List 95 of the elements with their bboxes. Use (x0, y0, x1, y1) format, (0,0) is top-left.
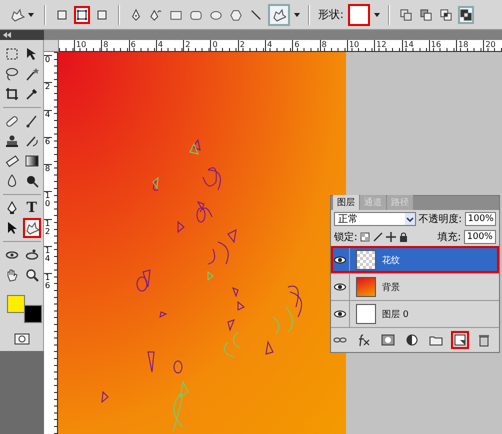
fx-icon (357, 333, 371, 347)
line-icon (250, 8, 262, 22)
shape-layer-icon (56, 8, 68, 20)
chevron-down-icon (406, 216, 414, 222)
pen-icon (130, 8, 142, 22)
shape-label: 形状: (318, 7, 344, 22)
eye-icon[interactable] (334, 283, 346, 291)
toolbox-tool[interactable] (22, 218, 41, 238)
crop-icon (5, 87, 20, 101)
layer-name: 花纹 (382, 254, 400, 266)
lock-label: 锁定: (334, 230, 358, 244)
burn-icon (24, 174, 39, 188)
add-area-icon (400, 8, 412, 22)
panel-tab[interactable]: 图层 (333, 195, 359, 210)
fill-label: 填充: (438, 230, 461, 244)
ruler-label: 4 (45, 110, 50, 119)
ruler-label: 18 (458, 40, 468, 49)
quick-mask-icon[interactable] (14, 333, 30, 345)
brush-icon (24, 114, 39, 128)
ruler-label: 4 (267, 40, 272, 49)
type-tool[interactable]: T (22, 198, 41, 218)
eye-icon[interactable] (334, 256, 346, 264)
dashed-square-icon (5, 47, 20, 61)
combine-button[interactable] (458, 6, 474, 24)
layer-row[interactable]: 背景 (331, 273, 499, 300)
hand-icon (5, 268, 20, 282)
background-color-swatch[interactable] (24, 305, 42, 323)
mask-icon (381, 333, 395, 347)
magnifier-icon (24, 268, 39, 282)
orbit-3d-icon (24, 248, 39, 262)
ruler-label: 10 (348, 40, 360, 49)
ruler-label: 8 (322, 40, 327, 49)
ruler-label: 16 (430, 40, 442, 49)
eye-icon[interactable] (334, 310, 346, 318)
layer-row[interactable]: 花纹 (331, 246, 499, 273)
ruler-label: 2 (240, 40, 245, 49)
lock-transparency-icon[interactable] (360, 232, 370, 242)
fill-field[interactable]: 100% (464, 230, 496, 244)
ruler-label: 16 (45, 273, 50, 290)
ruler-label: 4 (158, 40, 163, 49)
blend-mode-dropdown[interactable]: 正常 (334, 212, 416, 226)
layer-name: 图层 0 (382, 308, 409, 320)
panel-footer-button[interactable] (451, 331, 469, 349)
gradient-icon (24, 154, 39, 168)
foreground-color-swatch[interactable] (7, 295, 25, 313)
intersect-area-icon (440, 8, 452, 22)
ruler-label: 14 (404, 40, 414, 49)
stamp-icon (5, 134, 20, 148)
collapse-arrows-icon[interactable] (3, 32, 11, 38)
ruler-label: 0 (212, 40, 218, 49)
ruler-label: 6 (130, 40, 136, 49)
shape-tool-button[interactable] (268, 4, 290, 26)
ruler-label: 6 (294, 40, 300, 49)
opacity-label: 不透明度: (418, 212, 462, 226)
layer-row[interactable]: 图层 0 (331, 300, 499, 327)
ruler-label: 10 (45, 191, 50, 208)
brush-icon[interactable] (373, 232, 384, 242)
opacity-field[interactable]: 100% (464, 212, 496, 226)
eyedropper-icon (24, 87, 39, 101)
ruler-label: 6 (45, 136, 50, 146)
ruler-label: 12 (45, 218, 50, 236)
ruler-label: 8 (45, 164, 50, 174)
lock-icon[interactable] (399, 232, 408, 242)
lasso-icon (5, 67, 20, 81)
move-cross-icon[interactable] (386, 232, 396, 242)
magic-wand-icon (24, 67, 39, 81)
layer-name: 背景 (382, 282, 400, 294)
freeform-pen-icon (150, 8, 162, 22)
ruler-label: 14 (45, 246, 50, 264)
pen-nib-icon (5, 201, 20, 215)
ruler-label: 20 (485, 40, 496, 49)
mode-button[interactable] (74, 6, 90, 24)
ruler-label: 12 (376, 40, 386, 49)
ruler-label: 0 (45, 55, 50, 64)
trash-icon (477, 333, 491, 347)
ruler-label: 10 (76, 40, 86, 49)
layer-thumbnail (356, 304, 376, 324)
custom-shape-icon (272, 8, 286, 22)
layer-thumbnail (356, 277, 376, 297)
ruler-label: 2 (45, 82, 50, 92)
layer-thumbnail (356, 250, 376, 270)
history-brush-icon (24, 134, 39, 148)
fill-pixels-icon (96, 8, 108, 20)
ruler-label: 8 (103, 40, 108, 49)
half-circle-icon (405, 333, 419, 347)
polygon-icon (230, 8, 242, 22)
custom-shape-icon (24, 221, 39, 235)
ruler-label: 2 (185, 40, 190, 49)
shape-picker[interactable] (348, 4, 370, 26)
paths-icon (76, 8, 88, 20)
pointer-arrow-icon (5, 221, 20, 235)
subtract-area-icon (420, 8, 432, 22)
exclude-area-icon (460, 8, 472, 22)
new-layer-icon (453, 333, 467, 347)
custom-shape-icon (10, 8, 26, 22)
